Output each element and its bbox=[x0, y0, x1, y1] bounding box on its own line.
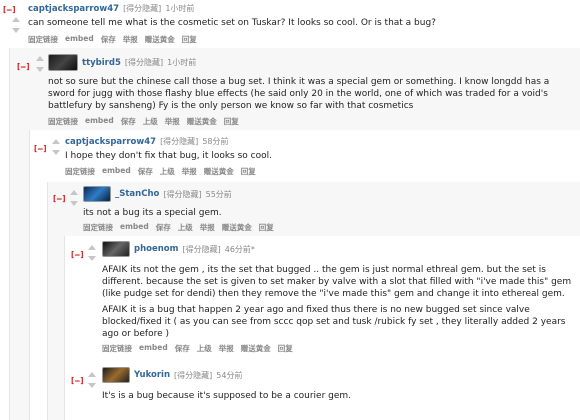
author-link[interactable]: phoenom bbox=[134, 244, 179, 254]
vote-arrows bbox=[10, 17, 22, 33]
vote-arrows bbox=[34, 56, 46, 72]
parent-button[interactable]: 上级 bbox=[160, 166, 175, 177]
give-gold-button[interactable]: 赠送黄金 bbox=[241, 343, 271, 354]
reply-button[interactable]: 回复 bbox=[182, 34, 197, 45]
upvote-icon[interactable] bbox=[88, 245, 96, 250]
vote-arrows bbox=[50, 139, 62, 155]
comment-buttons: 固定链接 embed 保存 上级 举报 赠送黄金 回复 bbox=[65, 166, 256, 177]
timestamp: 1小时前 bbox=[167, 58, 197, 67]
collapse-toggle[interactable]: [–] bbox=[2, 5, 16, 14]
embed-button[interactable]: embed bbox=[85, 116, 114, 127]
reply-button[interactable]: 回复 bbox=[224, 116, 239, 127]
comment-tagline: phoenom [得分隐藏] 46分前* bbox=[102, 241, 255, 257]
score-hidden: [得分隐藏] bbox=[163, 189, 202, 199]
author-link[interactable]: captjacksparrow47 bbox=[65, 137, 156, 147]
comment-tagline: Yukorin [得分隐藏] 54分前 bbox=[102, 367, 242, 383]
score-hidden: [得分隐藏] bbox=[160, 137, 199, 146]
permalink-button[interactable]: 固定链接 bbox=[102, 343, 132, 354]
timestamp: 46分前* bbox=[224, 244, 255, 254]
reply-button[interactable]: 回复 bbox=[241, 166, 256, 177]
avatar bbox=[102, 367, 130, 383]
comment-body: AFAIK it is a bug that happen 2 year ago… bbox=[102, 305, 566, 339]
collapse-toggle[interactable]: [–] bbox=[70, 250, 84, 259]
author-link[interactable]: _StanCho bbox=[115, 189, 159, 199]
avatar bbox=[102, 241, 130, 257]
collapse-toggle[interactable]: [–] bbox=[16, 62, 30, 71]
comment-body: I hope they don't fix that bug, it looks… bbox=[65, 151, 272, 161]
upvote-icon[interactable] bbox=[36, 56, 44, 61]
parent-button[interactable]: 上级 bbox=[178, 222, 193, 233]
author-link[interactable]: Yukorin bbox=[134, 370, 170, 380]
comment-body: It's is a bug because it's supposed to b… bbox=[102, 391, 352, 401]
downvote-icon[interactable] bbox=[12, 28, 20, 33]
author-link[interactable]: captjacksparrow47 bbox=[28, 4, 119, 14]
give-gold-button[interactable]: 赠送黄金 bbox=[187, 116, 217, 127]
vote-arrows bbox=[86, 372, 98, 388]
comment-tagline: ttybird5 [得分隐藏] 1小时前 bbox=[48, 54, 196, 71]
timestamp: 54分前 bbox=[216, 370, 243, 380]
downvote-icon[interactable] bbox=[36, 67, 44, 72]
reply-button[interactable]: 回复 bbox=[278, 343, 293, 354]
parent-button[interactable]: 上级 bbox=[197, 343, 212, 354]
comment-body: can someone tell me what is the cosmetic… bbox=[28, 18, 436, 28]
timestamp: 1小时前 bbox=[165, 4, 195, 13]
parent-button[interactable]: 上级 bbox=[143, 116, 158, 127]
downvote-icon[interactable] bbox=[52, 150, 60, 155]
score-hidden: [得分隐藏] bbox=[123, 4, 162, 13]
collapse-toggle[interactable]: [–] bbox=[52, 194, 66, 203]
save-button[interactable]: 保存 bbox=[156, 222, 171, 233]
vote-arrows bbox=[68, 190, 80, 206]
permalink-button[interactable]: 固定链接 bbox=[65, 166, 95, 177]
permalink-button[interactable]: 固定链接 bbox=[83, 222, 113, 233]
comment-buttons: 固定链接 embed 保存 上级 举报 赠送黄金 回复 bbox=[48, 116, 239, 127]
save-button[interactable]: 保存 bbox=[138, 166, 153, 177]
score-hidden: [得分隐藏] bbox=[124, 58, 164, 67]
save-button[interactable]: 保存 bbox=[101, 34, 116, 45]
collapse-toggle[interactable]: [–] bbox=[70, 376, 84, 385]
comment-tagline: _StanCho [得分隐藏] 55分前 bbox=[83, 186, 232, 202]
embed-button[interactable]: embed bbox=[102, 166, 131, 177]
permalink-button[interactable]: 固定链接 bbox=[48, 116, 78, 127]
comment-body: its not a bug its a special gem. bbox=[83, 208, 222, 218]
timestamp: 58分前 bbox=[202, 137, 229, 146]
comment-buttons: 固定链接 embed 保存 举报 赠送黄金 回复 bbox=[28, 34, 197, 45]
give-gold-button[interactable]: 赠送黄金 bbox=[204, 166, 234, 177]
comment-tagline: captjacksparrow47 [得分隐藏] 58分前 bbox=[65, 136, 229, 147]
downvote-icon[interactable] bbox=[88, 256, 96, 261]
embed-button[interactable]: embed bbox=[65, 34, 94, 45]
reply-button[interactable]: 回复 bbox=[259, 222, 274, 233]
save-button[interactable]: 保存 bbox=[175, 343, 190, 354]
vote-arrows bbox=[86, 245, 98, 261]
comment-body: not so sure but the chinese call those a… bbox=[48, 77, 550, 111]
comment-buttons: 固定链接 embed 保存 上级 举报 赠送黄金 回复 bbox=[102, 343, 293, 354]
upvote-icon[interactable] bbox=[12, 17, 20, 22]
give-gold-button[interactable]: 赠送黄金 bbox=[145, 34, 175, 45]
comment-tagline: captjacksparrow47 [得分隐藏] 1小时前 bbox=[28, 3, 194, 14]
report-button[interactable]: 举报 bbox=[165, 116, 180, 127]
downvote-icon[interactable] bbox=[70, 201, 78, 206]
timestamp: 55分前 bbox=[205, 189, 232, 199]
permalink-button[interactable]: 固定链接 bbox=[28, 34, 58, 45]
score-hidden: [得分隐藏] bbox=[182, 244, 221, 254]
upvote-icon[interactable] bbox=[52, 139, 60, 144]
author-link[interactable]: ttybird5 bbox=[82, 58, 121, 68]
embed-button[interactable]: embed bbox=[120, 222, 149, 233]
avatar bbox=[83, 186, 111, 202]
comment-body: AFAIK its not the gem , its the set that… bbox=[102, 265, 572, 299]
upvote-icon[interactable] bbox=[88, 372, 96, 377]
comment-buttons: 固定链接 embed 保存 上级 举报 赠送黄金 回复 bbox=[83, 222, 274, 233]
save-button[interactable]: 保存 bbox=[121, 116, 136, 127]
avatar bbox=[48, 54, 78, 71]
collapse-toggle[interactable]: [–] bbox=[33, 144, 47, 153]
report-button[interactable]: 举报 bbox=[123, 34, 138, 45]
report-button[interactable]: 举报 bbox=[182, 166, 197, 177]
embed-button[interactable]: embed bbox=[139, 343, 168, 354]
downvote-icon[interactable] bbox=[88, 383, 96, 388]
report-button[interactable]: 举报 bbox=[219, 343, 234, 354]
report-button[interactable]: 举报 bbox=[200, 222, 215, 233]
give-gold-button[interactable]: 赠送黄金 bbox=[222, 222, 252, 233]
score-hidden: [得分隐藏] bbox=[174, 370, 213, 380]
upvote-icon[interactable] bbox=[70, 190, 78, 195]
